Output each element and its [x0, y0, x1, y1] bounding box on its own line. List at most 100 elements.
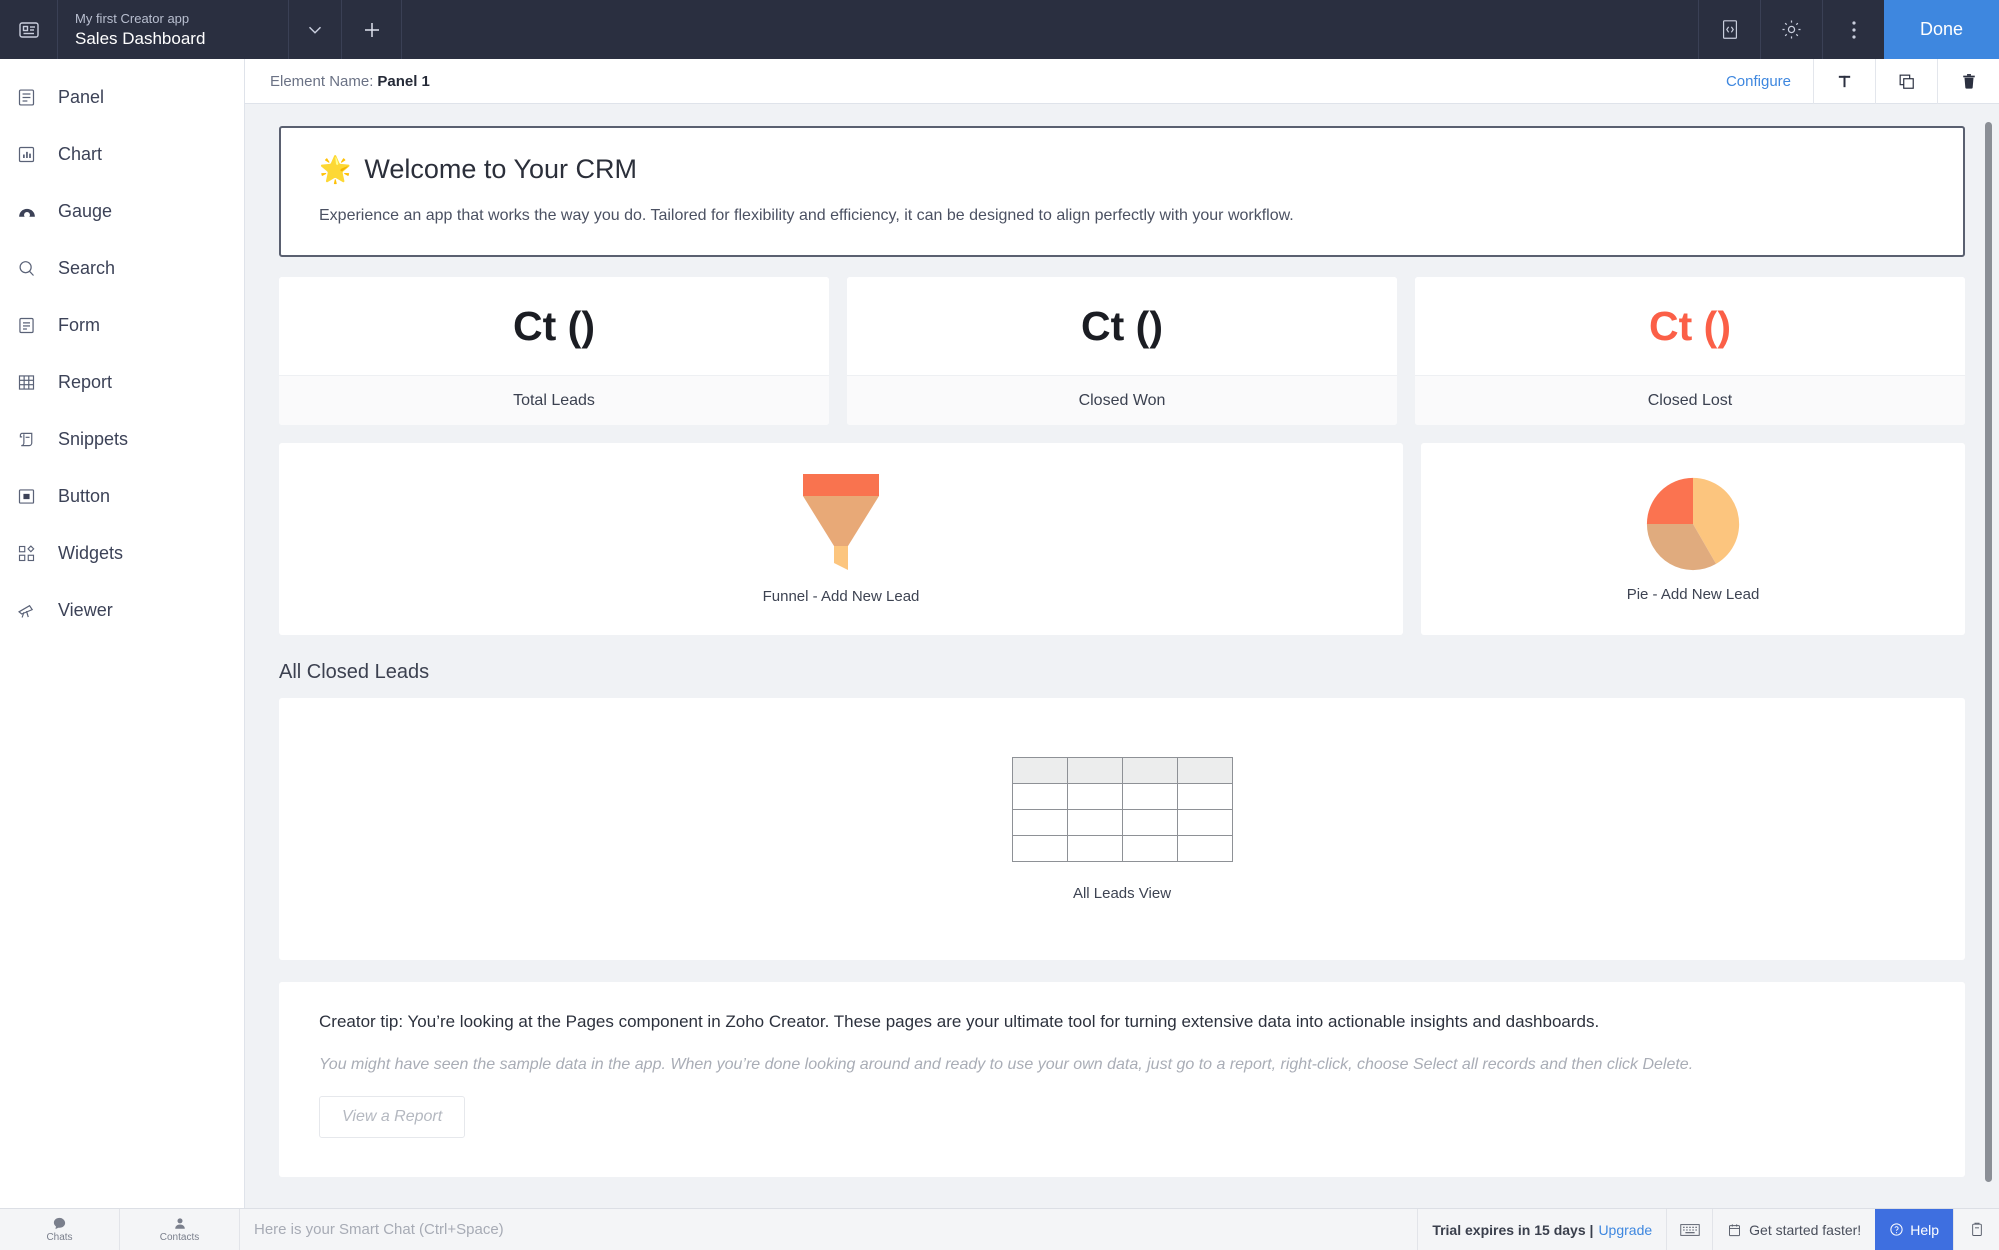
clipboard-icon: [1969, 1221, 1985, 1238]
sidebar-item-label: Panel: [58, 87, 105, 107]
body-wrapper: Panel Chart Gauge Search Form Report Sni…: [0, 58, 1999, 1250]
kpi-value: Ct (): [1415, 277, 1965, 375]
sidebar-item-form[interactable]: Form: [0, 297, 244, 354]
chart-card-funnel[interactable]: Funnel - Add New Lead: [279, 443, 1403, 635]
welcome-title-row: 🌟 Welcome to Your CRM: [319, 154, 1939, 185]
app-title: Sales Dashboard: [75, 28, 206, 48]
canvas-vertical-scrollbar[interactable]: [1985, 122, 1992, 1182]
kpi-card-closed-lost[interactable]: Ct () Closed Lost: [1415, 277, 1965, 425]
person-icon: [173, 1216, 187, 1231]
sidebar-item-label: Form: [58, 315, 100, 335]
panel-icon: [16, 83, 54, 113]
pie-placeholder-icon: [1645, 476, 1741, 572]
report-card-all-leads-view[interactable]: All Leads View: [279, 698, 1965, 960]
chart-row: Funnel - Add New Lead Pie - Add New Lead: [279, 443, 1965, 635]
kpi-label: Total Leads: [279, 375, 829, 425]
bottom-status-bar: Chats Contacts Here is your Smart Chat (…: [0, 1208, 1999, 1250]
upgrade-link[interactable]: Upgrade: [1598, 1222, 1652, 1238]
clipboard-button[interactable]: [1953, 1209, 1999, 1250]
search-icon: [16, 254, 54, 284]
keyboard-shortcuts-button[interactable]: [1666, 1209, 1712, 1250]
header-spacer: [402, 0, 1698, 59]
sparkle-star-icon: 🌟: [319, 154, 352, 184]
sidebar-item-label: Viewer: [58, 600, 113, 620]
tip-primary-text: Creator tip: You’re looking at the Pages…: [319, 1012, 1600, 1031]
kpi-label: Closed Lost: [1415, 375, 1965, 425]
get-started-faster-button[interactable]: Get started faster!: [1712, 1209, 1875, 1250]
kpi-card-total-leads[interactable]: Ct () Total Leads: [279, 277, 829, 425]
sidebar-item-widgets[interactable]: Widgets: [0, 525, 244, 582]
button-icon: [16, 482, 54, 512]
table-placeholder-icon: [1011, 756, 1233, 862]
app-title-block: My first Creator app Sales Dashboard: [58, 0, 288, 59]
sidebar-item-label: Button: [58, 486, 111, 506]
calendar-icon: [1727, 1222, 1742, 1238]
chart-caption: Pie - Add New Lead: [1626, 585, 1760, 603]
chat-bubble-icon: [52, 1216, 67, 1231]
sidebar-item-button[interactable]: Button: [0, 468, 244, 525]
chart-card-pie[interactable]: Pie - Add New Lead: [1421, 443, 1965, 635]
contacts-label: Contacts: [159, 1232, 200, 1243]
sidebar-item-search[interactable]: Search: [0, 240, 244, 297]
sidebar-item-label: Search: [58, 258, 116, 278]
app-logo-icon[interactable]: [0, 0, 58, 59]
tip-secondary-text: You might have seen the sample data in t…: [319, 1056, 1694, 1073]
element-name-label: Element Name:: [270, 72, 374, 90]
settings-gear-icon[interactable]: [1760, 0, 1822, 59]
chart-icon: [16, 140, 54, 170]
sidebar-item-report[interactable]: Report: [0, 354, 244, 411]
app-subtitle: My first Creator app: [75, 10, 190, 26]
element-name-value: Panel 1: [377, 72, 430, 90]
code-brackets-icon[interactable]: [1698, 0, 1760, 59]
view-a-report-button[interactable]: View a Report: [319, 1096, 466, 1138]
sidebar-item-panel[interactable]: Panel: [0, 69, 244, 126]
help-label: Help: [1910, 1221, 1939, 1238]
chats-button[interactable]: Chats: [0, 1209, 120, 1250]
kpi-value: Ct (): [279, 277, 829, 375]
duplicate-copy-icon[interactable]: [1875, 58, 1937, 104]
chats-label: Chats: [46, 1232, 73, 1243]
done-button[interactable]: Done: [1884, 0, 1999, 59]
configure-link[interactable]: Configure: [1704, 73, 1813, 90]
delete-trash-icon[interactable]: [1937, 58, 1999, 104]
sidebar-item-label: Chart: [58, 144, 103, 164]
sidebar-item-snippets[interactable]: Snippets: [0, 411, 244, 468]
kpi-row: Ct () Total Leads Ct () Closed Won Ct ()…: [279, 277, 1965, 425]
left-sidebar: Panel Chart Gauge Search Form Report Sni…: [0, 59, 245, 1250]
element-toolbar: Element Name: Panel 1 Configure: [245, 58, 1999, 104]
trial-text: Trial expires in 15 days |: [1432, 1221, 1594, 1238]
help-button[interactable]: Help: [1875, 1209, 1953, 1250]
keyboard-icon: [1679, 1223, 1700, 1237]
kpi-label: Closed Won: [847, 375, 1397, 425]
section-title-all-closed-leads: All Closed Leads: [279, 661, 430, 683]
app-header: My first Creator app Sales Dashboard Don…: [0, 0, 1999, 59]
welcome-panel[interactable]: 🌟 Welcome to Your CRM Experience an app …: [279, 126, 1965, 257]
funnel-placeholder-icon: [798, 473, 884, 574]
gauge-icon: [16, 197, 54, 227]
table-caption: All Leads View: [1072, 884, 1172, 902]
trial-status: Trial expires in 15 days | Upgrade: [1418, 1209, 1666, 1250]
chart-caption: Funnel - Add New Lead: [762, 587, 920, 605]
app-switcher-chevron-down-icon[interactable]: [288, 0, 342, 59]
main-column: Element Name: Panel 1 Configure 🌟 Welcom…: [245, 58, 1999, 1250]
smart-chat-input[interactable]: Here is your Smart Chat (Ctrl+Space): [240, 1209, 1419, 1250]
sidebar-item-label: Snippets: [58, 429, 129, 449]
more-kebab-menu-icon[interactable]: [1822, 0, 1884, 59]
sidebar-item-gauge[interactable]: Gauge: [0, 183, 244, 240]
add-new-plus-icon[interactable]: [342, 0, 402, 59]
widgets-icon: [16, 539, 54, 569]
question-circle-icon: [1889, 1222, 1904, 1237]
sidebar-item-label: Widgets: [58, 543, 124, 563]
sidebar-item-label: Report: [58, 372, 113, 392]
get-started-label: Get started faster!: [1749, 1221, 1862, 1238]
report-grid-icon: [16, 368, 54, 398]
sidebar-item-chart[interactable]: Chart: [0, 126, 244, 183]
kpi-value: Ct (): [847, 277, 1397, 375]
contacts-button[interactable]: Contacts: [120, 1209, 240, 1250]
creator-tip-card: Creator tip: You’re looking at the Pages…: [279, 982, 1965, 1177]
kpi-card-closed-won[interactable]: Ct () Closed Won: [847, 277, 1397, 425]
welcome-title: Welcome to Your CRM: [364, 154, 637, 184]
sidebar-item-viewer[interactable]: Viewer: [0, 582, 244, 639]
text-format-icon[interactable]: [1813, 58, 1875, 104]
design-canvas[interactable]: 🌟 Welcome to Your CRM Experience an app …: [245, 104, 1999, 1250]
